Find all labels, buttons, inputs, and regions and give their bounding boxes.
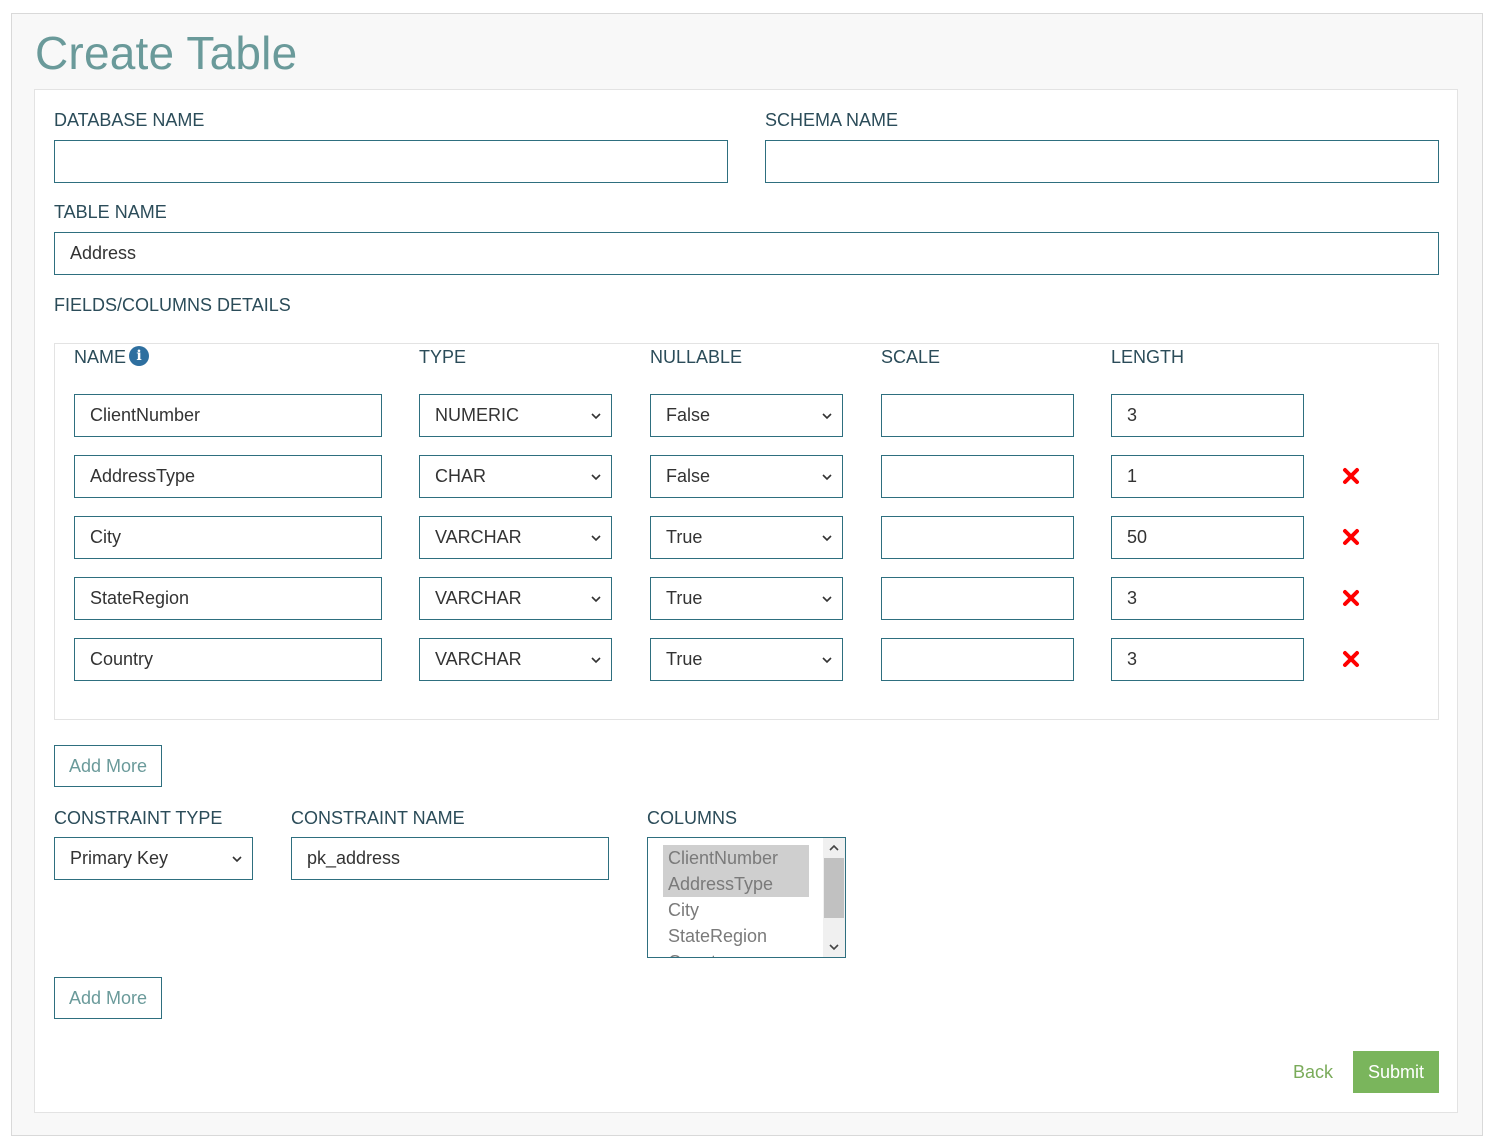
chevron-down-icon: [591, 596, 601, 603]
field-type-value: VARCHAR: [435, 527, 522, 547]
table-name-input[interactable]: [54, 232, 1439, 275]
column-option[interactable]: Country: [663, 949, 809, 957]
field-name-input[interactable]: [74, 394, 382, 437]
create-table-form: DATABASE NAME SCHEMA NAME TABLE NAME FIE…: [34, 89, 1458, 1113]
chevron-down-icon: [591, 474, 601, 481]
database-name-label: DATABASE NAME: [54, 110, 205, 130]
field-type-value: VARCHAR: [435, 588, 522, 608]
field-type-select[interactable]: VARCHAR: [419, 577, 612, 620]
chevron-down-icon: [822, 657, 832, 664]
scroll-thumb[interactable]: [824, 858, 844, 918]
chevron-down-icon: [591, 657, 601, 664]
header-nullable: NULLABLE: [650, 347, 743, 367]
field-name-input[interactable]: [74, 455, 382, 498]
header-length: LENGTH: [1111, 347, 1185, 367]
listbox-scrollbar[interactable]: [823, 838, 845, 957]
schema-name-input[interactable]: [765, 140, 1439, 183]
scroll-up-icon[interactable]: [828, 842, 840, 854]
field-type-select[interactable]: NUMERIC: [419, 394, 612, 437]
database-name-input[interactable]: [54, 140, 728, 183]
field-length-input[interactable]: [1111, 394, 1304, 437]
field-nullable-value: True: [666, 527, 703, 547]
chevron-down-icon: [822, 535, 832, 542]
back-link[interactable]: Back: [1293, 1062, 1333, 1083]
columns-listbox[interactable]: ClientNumberAddressTypeCityStateRegionCo…: [647, 837, 846, 958]
page-title: Create Table: [35, 27, 298, 79]
constraint-type-value: Primary Key: [70, 848, 169, 868]
field-scale-input[interactable]: [881, 516, 1074, 559]
field-name-input[interactable]: [74, 638, 382, 681]
chevron-down-icon: [591, 535, 601, 542]
field-type-select[interactable]: VARCHAR: [419, 638, 612, 681]
chevron-down-icon: [822, 413, 832, 420]
chevron-down-icon: [822, 596, 832, 603]
header-scale: SCALE: [881, 347, 941, 367]
delete-x-icon[interactable]: [1341, 466, 1361, 486]
field-length-input[interactable]: [1111, 577, 1304, 620]
column-option[interactable]: City: [663, 897, 809, 923]
delete-x-icon[interactable]: [1341, 527, 1361, 547]
column-option[interactable]: StateRegion: [663, 923, 809, 949]
chevron-down-icon: [232, 856, 242, 863]
field-nullable-value: True: [666, 649, 703, 669]
table-name-label: TABLE NAME: [54, 202, 167, 222]
field-nullable-select[interactable]: False: [650, 455, 843, 498]
field-type-select[interactable]: VARCHAR: [419, 516, 612, 559]
field-scale-input[interactable]: [881, 455, 1074, 498]
field-scale-input[interactable]: [881, 394, 1074, 437]
field-name-input[interactable]: [74, 516, 382, 559]
info-icon[interactable]: i: [129, 346, 149, 366]
submit-button[interactable]: Submit: [1353, 1051, 1439, 1093]
constraint-name-input[interactable]: [291, 837, 609, 880]
header-name: NAME: [74, 347, 127, 367]
field-scale-input[interactable]: [881, 577, 1074, 620]
scroll-down-icon[interactable]: [828, 941, 840, 953]
field-nullable-value: True: [666, 588, 703, 608]
field-type-select[interactable]: CHAR: [419, 455, 612, 498]
schema-name-label: SCHEMA NAME: [765, 110, 899, 130]
constraint-name-label: CONSTRAINT NAME: [291, 808, 465, 828]
field-type-value: VARCHAR: [435, 649, 522, 669]
field-type-value: NUMERIC: [435, 405, 519, 425]
add-more-fields-button[interactable]: Add More: [54, 745, 162, 787]
field-name-input[interactable]: [74, 577, 382, 620]
fields-section-label: FIELDS/COLUMNS DETAILS: [54, 295, 291, 315]
column-option[interactable]: ClientNumber: [663, 845, 809, 871]
chevron-down-icon: [591, 413, 601, 420]
constraint-type-label: CONSTRAINT TYPE: [54, 808, 223, 828]
field-nullable-select[interactable]: True: [650, 577, 843, 620]
field-scale-input[interactable]: [881, 638, 1074, 681]
field-nullable-select[interactable]: True: [650, 638, 843, 681]
field-nullable-select[interactable]: True: [650, 516, 843, 559]
add-more-constraints-button[interactable]: Add More: [54, 977, 162, 1019]
field-length-input[interactable]: [1111, 516, 1304, 559]
fields-table: NAME i TYPE NULLABLE SCALE LENGTH NUMERI…: [54, 343, 1439, 720]
header-type: TYPE: [419, 347, 467, 367]
constraint-type-select[interactable]: Primary Key: [54, 837, 253, 880]
field-length-input[interactable]: [1111, 638, 1304, 681]
chevron-down-icon: [822, 474, 832, 481]
field-nullable-value: False: [666, 466, 711, 486]
field-length-input[interactable]: [1111, 455, 1304, 498]
column-option[interactable]: AddressType: [663, 871, 809, 897]
field-nullable-value: False: [666, 405, 711, 425]
page-container: Create Table DATABASE NAME SCHEMA NAME T…: [11, 13, 1483, 1136]
field-nullable-select[interactable]: False: [650, 394, 843, 437]
delete-x-icon[interactable]: [1341, 649, 1361, 669]
delete-x-icon[interactable]: [1341, 588, 1361, 608]
columns-label: COLUMNS: [647, 808, 738, 828]
field-type-value: CHAR: [435, 466, 487, 486]
